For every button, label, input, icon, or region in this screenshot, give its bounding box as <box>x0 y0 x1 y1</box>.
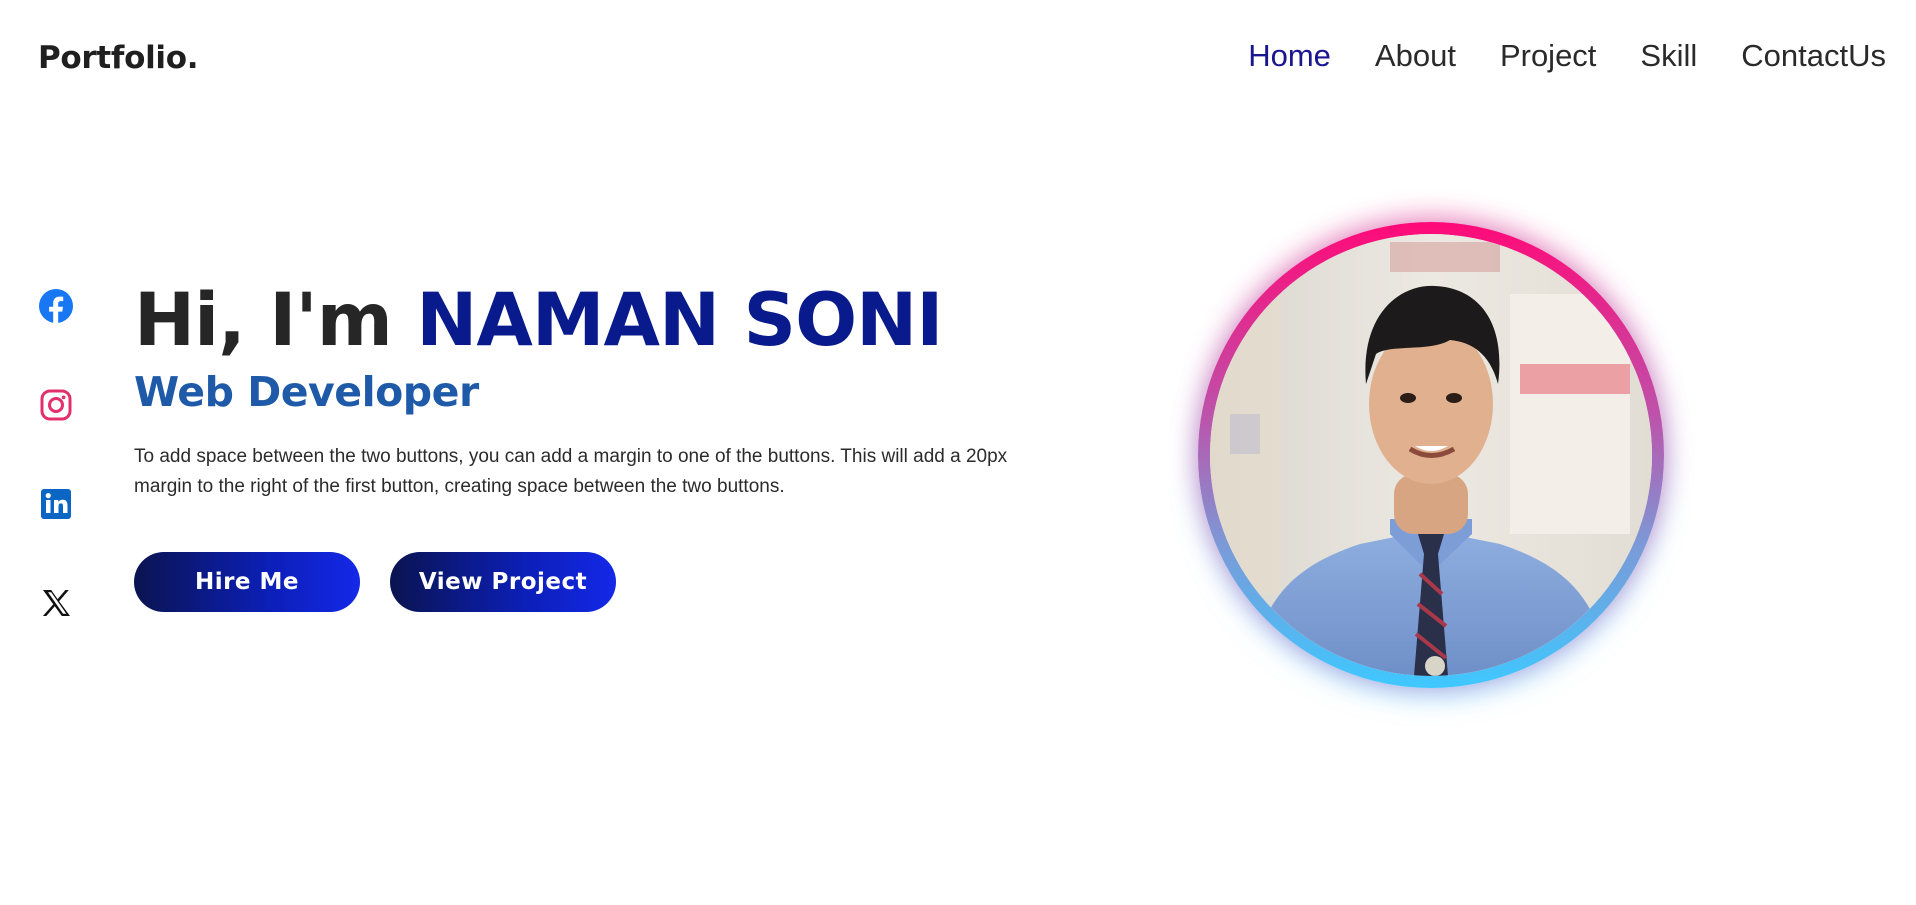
nav-about[interactable]: About <box>1375 38 1456 74</box>
nav-project[interactable]: Project <box>1500 38 1596 74</box>
hero-section: Hi, I'm NAMAN SONI Web Developer To add … <box>134 278 1034 612</box>
view-project-button[interactable]: View Project <box>390 552 616 612</box>
x-icon <box>42 590 70 616</box>
facebook-icon <box>39 289 73 324</box>
facebook-link[interactable] <box>38 288 74 324</box>
hero-buttons: Hire Me View Project <box>134 552 1034 612</box>
profile-photo-frame <box>1198 222 1664 688</box>
hero-description: To add space between the two buttons, yo… <box>134 446 1008 497</box>
hero-name: NAMAN SONI <box>416 278 943 363</box>
linkedin-icon <box>41 489 71 519</box>
hero-heading: Hi, I'm NAMAN SONI <box>134 278 1034 364</box>
site-logo[interactable]: Portfolio. <box>38 40 199 76</box>
instagram-link[interactable] <box>38 387 74 423</box>
nav-skill[interactable]: Skill <box>1640 38 1697 74</box>
hero-role: Web Developer <box>134 368 479 416</box>
profile-photo <box>1210 234 1652 676</box>
person-portrait-image <box>1210 234 1652 676</box>
x-link[interactable] <box>38 585 74 621</box>
hero-greeting: Hi, I'm <box>134 278 393 363</box>
site-header: Portfolio. Home About Project Skill Cont… <box>0 0 1916 120</box>
linkedin-link[interactable] <box>38 486 74 522</box>
social-links <box>38 288 74 621</box>
hire-me-button[interactable]: Hire Me <box>134 552 360 612</box>
nav-contact[interactable]: ContactUs <box>1741 38 1886 74</box>
instagram-icon <box>40 389 72 421</box>
nav-home[interactable]: Home <box>1248 38 1331 74</box>
main-nav: Home About Project Skill ContactUs <box>1248 38 1886 74</box>
